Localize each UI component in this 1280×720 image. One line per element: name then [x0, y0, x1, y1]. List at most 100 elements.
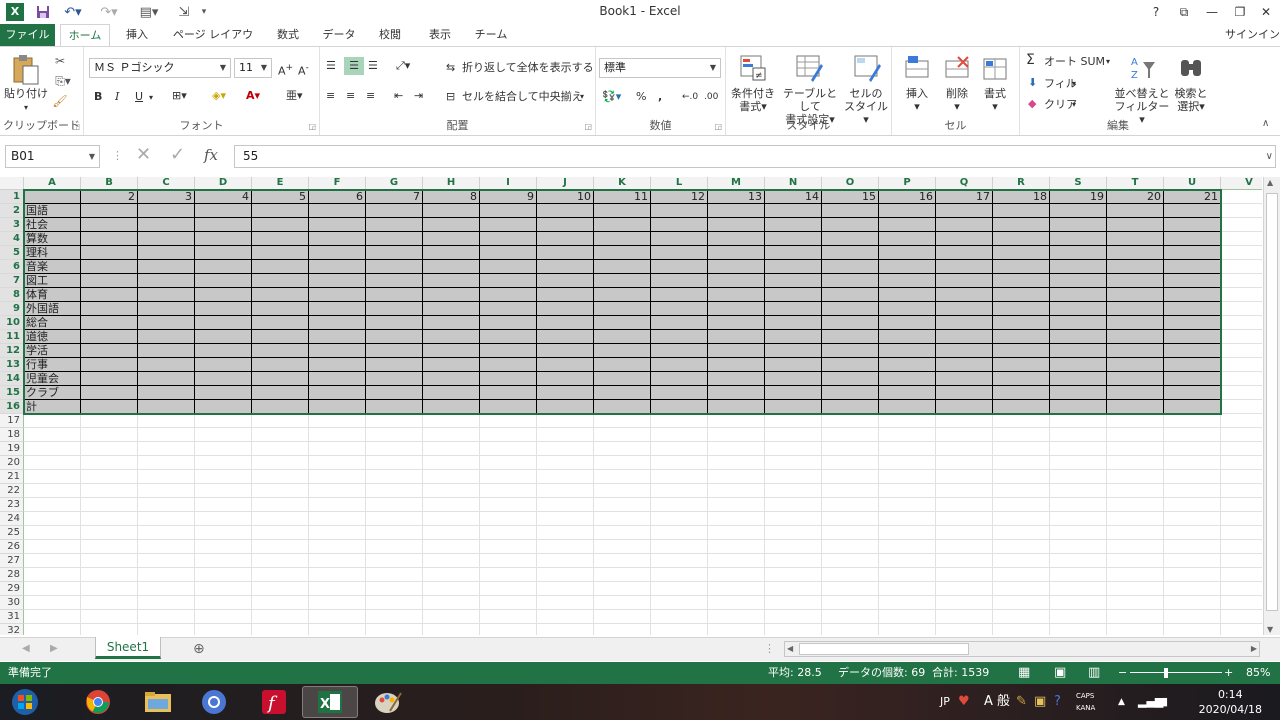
cell[interactable] — [366, 386, 423, 400]
column-header-s[interactable]: S — [1050, 177, 1107, 190]
cell[interactable] — [138, 484, 195, 498]
cell[interactable] — [1050, 274, 1107, 288]
ribbon-display-icon[interactable]: ⧉ — [1172, 2, 1196, 22]
cell[interactable] — [708, 624, 765, 635]
cell[interactable] — [993, 456, 1050, 470]
column-header-g[interactable]: G — [366, 177, 423, 190]
cell[interactable] — [1164, 414, 1221, 428]
cell[interactable] — [651, 456, 708, 470]
cell[interactable] — [765, 260, 822, 274]
cell[interactable] — [309, 414, 366, 428]
cell[interactable] — [594, 428, 651, 442]
cell[interactable]: 6 — [309, 190, 366, 204]
cell[interactable] — [879, 260, 936, 274]
cell[interactable] — [252, 302, 309, 316]
cell[interactable] — [993, 596, 1050, 610]
row-header[interactable]: 27 — [0, 554, 24, 568]
cell[interactable] — [138, 330, 195, 344]
cell[interactable] — [993, 204, 1050, 218]
column-header-n[interactable]: N — [765, 177, 822, 190]
cell[interactable]: 20 — [1107, 190, 1164, 204]
collapse-ribbon-icon[interactable]: ∧ — [1262, 115, 1269, 133]
cell[interactable] — [993, 568, 1050, 582]
cell[interactable] — [81, 246, 138, 260]
cell[interactable] — [81, 582, 138, 596]
cell[interactable] — [708, 526, 765, 540]
cell[interactable] — [993, 428, 1050, 442]
column-header-t[interactable]: T — [1107, 177, 1164, 190]
cell[interactable] — [1221, 512, 1262, 526]
cell[interactable] — [309, 302, 366, 316]
cell[interactable] — [309, 442, 366, 456]
cell[interactable] — [423, 204, 480, 218]
cell[interactable]: 16 — [879, 190, 936, 204]
cell[interactable] — [708, 302, 765, 316]
cell[interactable] — [81, 218, 138, 232]
cell[interactable] — [81, 330, 138, 344]
cell[interactable] — [423, 414, 480, 428]
cell[interactable]: 学活 — [24, 344, 81, 358]
cell[interactable] — [651, 316, 708, 330]
cell[interactable] — [1107, 582, 1164, 596]
cell[interactable] — [765, 498, 822, 512]
font-size-combo[interactable]: 11 ▼ — [234, 58, 272, 78]
cell[interactable] — [594, 372, 651, 386]
cell[interactable] — [594, 456, 651, 470]
cell[interactable] — [1221, 274, 1262, 288]
cell[interactable] — [138, 204, 195, 218]
cell[interactable] — [651, 400, 708, 414]
cell[interactable] — [765, 414, 822, 428]
cut-icon[interactable]: ✂ — [52, 53, 68, 69]
cell[interactable] — [651, 260, 708, 274]
cell[interactable] — [480, 596, 537, 610]
column-header-q[interactable]: Q — [936, 177, 993, 190]
cell[interactable] — [24, 624, 81, 635]
tab-formulas[interactable]: 数式 — [266, 24, 310, 46]
bold-button[interactable]: B — [94, 88, 102, 106]
cell[interactable] — [936, 358, 993, 372]
tab-home[interactable]: ホーム — [60, 24, 110, 47]
cell[interactable] — [936, 218, 993, 232]
cell[interactable] — [24, 498, 81, 512]
cell[interactable] — [1050, 442, 1107, 456]
worksheet-grid[interactable]: ABCDEFGHIJKLMNOPQRSTUV 1 2 3 4 5 6 7 8 9 10 11 12 13… — [0, 177, 1262, 635]
cell[interactable]: 2 — [81, 190, 138, 204]
cell[interactable] — [765, 372, 822, 386]
align-top-icon[interactable]: ☰ — [326, 57, 336, 75]
cell[interactable] — [1164, 554, 1221, 568]
row-header[interactable]: 13 — [0, 358, 24, 372]
cell[interactable] — [594, 470, 651, 484]
cell[interactable] — [708, 358, 765, 372]
cell[interactable] — [879, 442, 936, 456]
row-header[interactable]: 5 — [0, 246, 24, 260]
cell[interactable] — [651, 484, 708, 498]
cell[interactable] — [1050, 428, 1107, 442]
chevron-down-icon[interactable]: ▾ — [149, 89, 153, 107]
cell[interactable] — [1221, 610, 1262, 624]
cell[interactable] — [252, 596, 309, 610]
cell[interactable] — [822, 316, 879, 330]
cell[interactable] — [480, 414, 537, 428]
ime-pad-icon[interactable]: ♥ — [958, 684, 970, 720]
cell[interactable] — [1164, 582, 1221, 596]
cell[interactable] — [651, 246, 708, 260]
cell[interactable] — [936, 344, 993, 358]
percent-button[interactable]: % — [636, 88, 646, 106]
cell[interactable] — [822, 540, 879, 554]
cell[interactable] — [423, 330, 480, 344]
cell[interactable] — [423, 596, 480, 610]
cell[interactable] — [252, 288, 309, 302]
cell[interactable] — [24, 484, 81, 498]
cell[interactable] — [1221, 540, 1262, 554]
cell[interactable] — [480, 568, 537, 582]
cell[interactable] — [252, 554, 309, 568]
cell[interactable] — [1050, 498, 1107, 512]
cell[interactable] — [309, 582, 366, 596]
cell[interactable] — [651, 624, 708, 635]
cell[interactable] — [366, 568, 423, 582]
cell[interactable] — [651, 288, 708, 302]
cell[interactable] — [537, 344, 594, 358]
cell[interactable] — [138, 344, 195, 358]
cell[interactable] — [708, 540, 765, 554]
cell[interactable] — [594, 330, 651, 344]
